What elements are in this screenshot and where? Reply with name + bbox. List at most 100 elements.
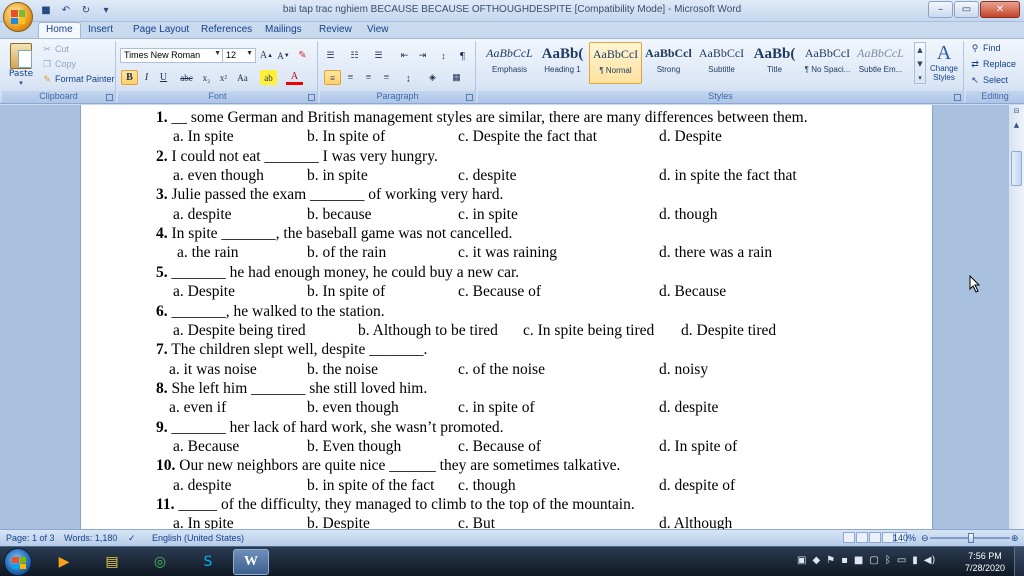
question-text: The children slept well, despite _______… xyxy=(167,341,428,359)
multilevel-list-icon[interactable]: ☰ xyxy=(370,48,387,63)
zoom-thumb[interactable] xyxy=(968,533,974,543)
show-formatting-icon[interactable]: ¶ xyxy=(454,48,471,63)
copy-button[interactable]: ❐ Copy xyxy=(42,59,76,69)
clock[interactable]: 7:56 PM 7/28/2020 xyxy=(960,550,1010,574)
style-normal[interactable]: AaBbCcI ¶ Normal xyxy=(589,42,642,84)
zoom-level[interactable]: 140% xyxy=(893,533,916,543)
font-size-box[interactable]: 12 ▼ xyxy=(222,48,256,63)
tray-app3-icon[interactable]: ■ xyxy=(854,555,863,566)
select-icon: ↖ xyxy=(971,75,979,85)
subscript-icon[interactable]: x₂ xyxy=(198,70,215,85)
select-button[interactable]: ↖ Select xyxy=(970,75,1008,85)
dialog-launcher-icon[interactable] xyxy=(954,94,961,101)
strikethrough-icon[interactable]: abc xyxy=(178,70,195,85)
network-icon[interactable]: ▮ xyxy=(912,555,918,566)
change-case-icon[interactable]: Aa xyxy=(234,70,251,85)
style-emphasis[interactable]: AaBbCcL Emphasis xyxy=(483,42,536,84)
dialog-launcher-icon[interactable] xyxy=(106,94,113,101)
align-left-icon[interactable]: ≡ xyxy=(324,70,341,85)
language[interactable]: English (United States) xyxy=(152,533,244,543)
minimize-button[interactable]: – xyxy=(928,1,953,18)
font-color-icon[interactable]: A xyxy=(286,70,303,85)
answer-option: b. Despite xyxy=(307,515,370,529)
sort-icon[interactable]: ↕ xyxy=(435,48,452,63)
font-name-box[interactable]: Times New Roman ▼ xyxy=(120,48,224,63)
bullets-icon[interactable]: ☰ xyxy=(322,48,339,63)
tray-app4-icon[interactable]: ▢ xyxy=(869,555,878,566)
bluetooth-icon[interactable]: ᛒ xyxy=(885,555,891,566)
justify-icon[interactable]: ≡ xyxy=(378,70,395,85)
zoom-out-icon[interactable]: ⊖ xyxy=(921,533,929,544)
media-player-icon[interactable]: ▶ xyxy=(46,549,82,575)
ruler-toggle-icon[interactable]: ⊟ xyxy=(1011,107,1022,119)
scroll-up-icon[interactable]: ▲ xyxy=(1011,121,1022,133)
document-page[interactable]: 1. __ some German and British management… xyxy=(80,105,933,529)
line-spacing-icon[interactable]: ↨ xyxy=(400,70,417,85)
page-count[interactable]: Page: 1 of 3 xyxy=(6,533,55,543)
style-subtitle[interactable]: AaBbCcI Subtitle xyxy=(695,42,748,84)
paste-button[interactable]: Paste ▾ xyxy=(6,43,36,87)
tab-page-layout[interactable]: Page Layout xyxy=(133,22,189,38)
vertical-scrollbar[interactable]: ⊟ ▲ xyxy=(1008,105,1024,529)
borders-icon[interactable]: ▦ xyxy=(448,70,465,85)
style-no-spacing[interactable]: AaBbCcI ¶ No Spaci... xyxy=(801,42,854,84)
word-count[interactable]: Words: 1,180 xyxy=(64,533,117,543)
office-button[interactable] xyxy=(3,2,33,32)
scroll-thumb[interactable] xyxy=(1011,151,1022,186)
tab-view[interactable]: View xyxy=(367,22,389,38)
tray-shield-icon[interactable]: ◆ xyxy=(812,555,820,566)
align-center-icon[interactable]: ≡ xyxy=(342,70,359,85)
tray-app-icon[interactable]: ▣ xyxy=(797,555,806,566)
print-layout-icon[interactable] xyxy=(843,532,855,543)
tab-insert[interactable]: Insert xyxy=(88,22,113,38)
question-number: 6. xyxy=(156,302,168,320)
dialog-launcher-icon[interactable] xyxy=(308,94,315,101)
browser-icon[interactable]: ◎ xyxy=(142,549,178,575)
tray-app5-icon[interactable]: ▭ xyxy=(897,555,906,566)
italic-icon[interactable]: I xyxy=(138,70,155,85)
increase-indent-icon[interactable]: ⇥ xyxy=(414,48,431,63)
cut-button[interactable]: ✂ Cut xyxy=(42,44,69,54)
dialog-launcher-icon[interactable] xyxy=(466,94,473,101)
skype-icon[interactable]: S xyxy=(190,549,226,575)
tab-review[interactable]: Review xyxy=(319,22,352,38)
tray-flag-icon[interactable]: ⚑ xyxy=(826,555,835,566)
grow-font-icon[interactable]: A ▲ xyxy=(258,48,275,63)
tab-mailings[interactable]: Mailings xyxy=(265,22,302,38)
word-taskbar-icon[interactable]: W xyxy=(233,549,269,575)
clear-format-icon[interactable]: ✎ xyxy=(294,48,311,63)
proofing-icon[interactable]: ✓ xyxy=(128,533,136,544)
find-button[interactable]: ⚲ Find xyxy=(970,43,1001,53)
decrease-indent-icon[interactable]: ⇤ xyxy=(396,48,413,63)
bold-icon[interactable]: B xyxy=(121,70,138,85)
superscript-icon[interactable]: x² xyxy=(215,70,232,85)
underline-icon[interactable]: U xyxy=(155,70,172,85)
clipboard-group: Paste ▾ ✂ Cut ❐ Copy ✎ Format Painter Cl… xyxy=(2,41,116,103)
explorer-icon[interactable]: ▤ xyxy=(94,549,130,575)
zoom-in-icon[interactable]: ⊕ xyxy=(1011,533,1019,544)
start-button[interactable] xyxy=(4,548,32,576)
tab-references[interactable]: References xyxy=(201,22,252,38)
shrink-font-icon[interactable]: A ▼ xyxy=(275,48,292,63)
style-subtle-emphasis[interactable]: AaBbCcL Subtle Em... xyxy=(854,42,907,84)
tray-app2-icon[interactable]: ▪ xyxy=(841,555,848,566)
format-painter-button[interactable]: ✎ Format Painter xyxy=(42,74,114,84)
close-button[interactable]: ✕ xyxy=(980,1,1020,18)
maximize-button[interactable]: ▭ xyxy=(954,1,979,18)
change-styles-button[interactable]: A Change Styles xyxy=(928,42,960,82)
style-heading-1[interactable]: AaBb(Heading 1 xyxy=(536,42,589,84)
style-title[interactable]: AaBb(Title xyxy=(748,42,801,84)
numbering-icon[interactable]: ☷ xyxy=(346,48,363,63)
tab-home[interactable]: Home xyxy=(38,22,81,38)
style-strong[interactable]: AaBbCcl Strong xyxy=(642,42,695,84)
full-screen-icon[interactable] xyxy=(856,532,868,543)
styles-scroll[interactable]: ▲ ▼ ▾ xyxy=(914,42,926,84)
highlight-icon[interactable]: ab xyxy=(260,70,277,85)
answer-option: d. Despite tired xyxy=(681,321,777,339)
align-right-icon[interactable]: ≡ xyxy=(360,70,377,85)
web-layout-icon[interactable] xyxy=(869,532,881,543)
show-desktop-button[interactable] xyxy=(1014,547,1024,576)
volume-icon[interactable]: ◀) xyxy=(924,555,936,566)
replace-button[interactable]: ⇄ Replace xyxy=(970,59,1016,69)
shading-icon[interactable]: ◈ xyxy=(424,70,441,85)
